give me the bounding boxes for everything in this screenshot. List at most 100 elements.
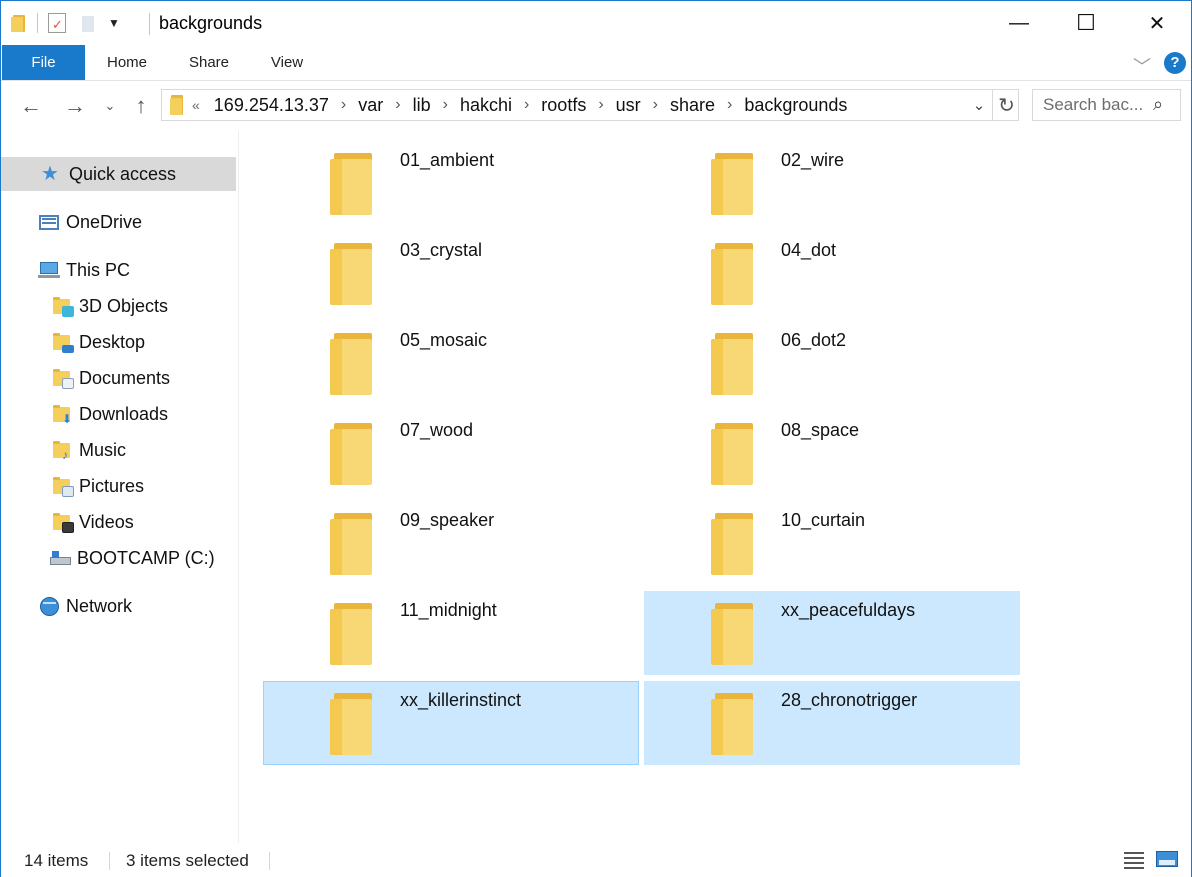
forward-arrow-icon[interactable]: → (61, 91, 89, 121)
status-divider (269, 852, 270, 870)
new-folder-icon[interactable] (80, 14, 96, 32)
large-icons-view-icon[interactable] (1155, 849, 1179, 869)
folder-name: 04_dot (781, 240, 837, 260)
folder-item[interactable]: 28_chronotrigger (644, 681, 1020, 765)
folder-icon (711, 693, 757, 755)
music-folder-icon: ♪ (51, 440, 73, 461)
breadcrumb-chevron-icon[interactable]: › (524, 96, 529, 114)
breadcrumb-segment[interactable]: usr (616, 95, 641, 116)
folder-icon (330, 603, 376, 665)
help-icon[interactable]: ? (1164, 52, 1186, 74)
folder-item[interactable]: 09_speaker (263, 501, 639, 585)
tab-home[interactable]: Home (97, 45, 157, 80)
breadcrumb-chevron-icon[interactable]: › (598, 96, 603, 114)
sidebar-item-label: Quick access (69, 163, 177, 184)
folder-item[interactable]: 04_dot (644, 231, 1020, 315)
back-arrow-icon[interactable]: ← (17, 91, 45, 121)
tab-share[interactable]: Share (179, 45, 239, 80)
sidebar-item-label: Desktop (79, 331, 146, 352)
breadcrumb-segment[interactable]: 169.254.13.37 (214, 95, 329, 116)
breadcrumb-segment[interactable]: share (670, 95, 715, 116)
folder-name: 01_ambient (400, 150, 495, 170)
close-button[interactable]: ✕ (1122, 1, 1192, 45)
folder-item[interactable]: 10_curtain (644, 501, 1020, 585)
folder-icon (711, 153, 757, 215)
onedrive-icon (38, 212, 60, 232)
sidebar-item-network[interactable]: Network (1, 589, 236, 623)
breadcrumb-overflow[interactable]: « (192, 97, 200, 113)
breadcrumb-segment[interactable]: lib (413, 95, 431, 116)
folder-icon (711, 243, 757, 305)
sidebar-item-quick-access[interactable]: ★ Quick access (1, 157, 236, 191)
folder-item[interactable]: 06_dot2 (644, 321, 1020, 405)
folder-icon (330, 333, 376, 395)
folder-item[interactable]: 05_mosaic (263, 321, 639, 405)
folder-item[interactable]: xx_killerinstinct (263, 681, 639, 765)
desktop-folder-icon (51, 332, 74, 353)
sidebar-item-documents[interactable]: Documents (1, 361, 236, 395)
properties-icon[interactable]: ✓ (48, 13, 66, 33)
title-bar: ✓ ▼ backgrounds — ☐ ✕ (1, 1, 1191, 45)
ribbon-tabs: File Home Share View ﹀ ? (1, 45, 1191, 81)
folder-icon (330, 423, 376, 485)
folder-item[interactable]: 03_crystal (263, 231, 639, 315)
search-input[interactable] (1043, 94, 1151, 116)
folder-item[interactable]: 08_space (644, 411, 1020, 495)
breadcrumb-chevron-icon[interactable]: › (727, 96, 732, 114)
search-box[interactable]: ⌕ (1032, 89, 1181, 121)
computer-icon (38, 260, 60, 280)
title-divider (149, 13, 150, 35)
folder-icon (330, 243, 376, 305)
tab-view[interactable]: View (259, 45, 315, 80)
customize-toolbar-chevron-icon[interactable]: ▼ (108, 16, 120, 30)
breadcrumb-segment[interactable]: var (358, 95, 383, 116)
breadcrumb-chevron-icon[interactable]: › (341, 96, 346, 114)
sidebar-item-3d-objects[interactable]: 3D Objects (1, 289, 236, 323)
downloads-folder-icon: ⬇ (51, 404, 73, 425)
breadcrumb-chevron-icon[interactable]: › (653, 96, 658, 114)
status-divider (109, 852, 110, 870)
folder-item[interactable]: 07_wood (263, 411, 639, 495)
breadcrumb-chevron-icon[interactable]: › (443, 96, 448, 114)
sidebar-item-videos[interactable]: Videos (1, 505, 236, 539)
window-title: backgrounds (159, 13, 263, 33)
videos-folder-icon (51, 512, 74, 533)
sidebar-item-pictures[interactable]: Pictures (1, 469, 236, 503)
search-icon[interactable]: ⌕ (1153, 94, 1163, 115)
sidebar-item-this-pc[interactable]: This PC (1, 253, 236, 287)
sidebar-item-label: 3D Objects (79, 295, 169, 316)
3d-objects-folder-icon (51, 296, 74, 317)
breadcrumb-segment[interactable]: hakchi (460, 95, 512, 116)
status-bar: 14 items 3 items selected (1, 843, 1191, 877)
refresh-icon[interactable]: ↻ (992, 90, 1020, 120)
sidebar-item-onedrive[interactable]: OneDrive (1, 205, 236, 239)
maximize-button[interactable]: ☐ (1051, 1, 1121, 45)
file-list: 01_ambient 02_wire 03_crystal 04_dot 05_mosa… (240, 131, 1191, 843)
folder-icon (711, 423, 757, 485)
minimize-button[interactable]: — (984, 1, 1054, 45)
breadcrumb-segment[interactable]: backgrounds (744, 95, 847, 116)
selection-count: 3 items selected (126, 851, 249, 870)
navigation-bar: ← → ⌄ ↑ « 169.254.13.37 › var › lib › hakch… (1, 81, 1191, 131)
folder-name: 09_speaker (400, 510, 495, 530)
folder-item[interactable]: xx_peacefuldays (644, 591, 1020, 675)
expand-ribbon-chevron-icon[interactable]: ﹀ (1133, 53, 1151, 79)
sidebar-item-desktop[interactable]: Desktop (1, 325, 236, 359)
recent-locations-chevron-icon[interactable]: ⌄ (101, 91, 119, 121)
breadcrumb-chevron-icon[interactable]: › (395, 96, 400, 114)
folder-icon (330, 153, 376, 215)
up-arrow-icon[interactable]: ↑ (127, 91, 155, 121)
address-history-chevron-icon[interactable]: ⌄ (968, 90, 990, 120)
breadcrumb-segment[interactable]: rootfs (541, 95, 586, 116)
sidebar-item-bootcamp-drive[interactable]: BOOTCAMP (C:) (1, 541, 236, 575)
sidebar-item-music[interactable]: ♪ Music (1, 433, 236, 467)
folder-item[interactable]: 11_midnight (263, 591, 639, 675)
folder-item[interactable]: 01_ambient (263, 141, 639, 225)
tab-file[interactable]: File (2, 45, 85, 80)
folder-name: 28_chronotrigger (781, 690, 918, 710)
address-bar[interactable]: « 169.254.13.37 › var › lib › hakchi › rootf… (161, 89, 1019, 121)
folder-name: xx_peacefuldays (781, 600, 916, 620)
folder-item[interactable]: 02_wire (644, 141, 1020, 225)
details-view-icon[interactable] (1122, 849, 1146, 869)
sidebar-item-downloads[interactable]: ⬇ Downloads (1, 397, 236, 431)
